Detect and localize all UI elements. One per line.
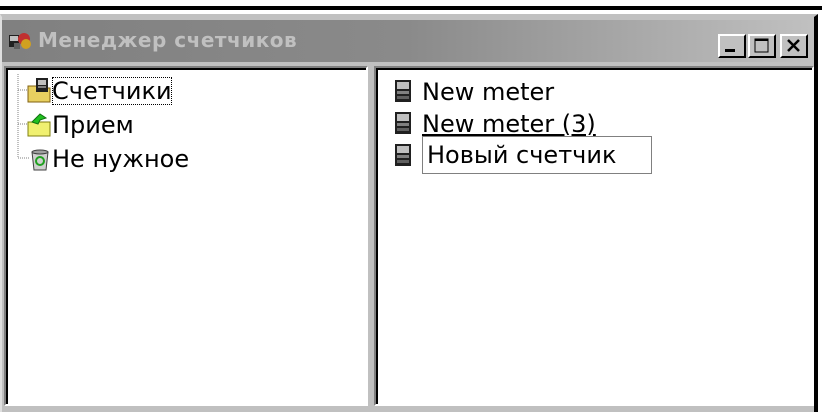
tree-item-inbox[interactable]: Прием <box>8 108 248 142</box>
tree-item-counters[interactable]: Счетчики <box>8 74 248 108</box>
list-item-label: New meter (3) <box>422 110 596 138</box>
list-item[interactable]: New meter <box>392 76 652 110</box>
tree-item-label: Прием <box>52 111 134 139</box>
title-bar[interactable]: Менеджер счетчиков <box>2 20 812 62</box>
inbox-folder-icon <box>27 113 51 137</box>
minimize-button[interactable] <box>718 34 746 58</box>
meter-icon <box>395 144 411 166</box>
tree-item-label: Счетчики <box>52 77 172 105</box>
meter-icon <box>395 112 411 134</box>
list-item-label: New meter <box>422 78 555 106</box>
app-icon <box>9 33 31 49</box>
tree-pane[interactable]: Счетчики Прием Не нужное <box>4 66 368 406</box>
window-title: Менеджер счетчиков <box>38 28 298 52</box>
tree-item-label: Не нужное <box>52 145 190 173</box>
meter-icon <box>395 80 411 102</box>
rename-input[interactable] <box>422 136 652 174</box>
window-top-edge <box>0 6 822 10</box>
list-item-renaming[interactable] <box>392 140 422 174</box>
maximize-icon <box>754 38 769 53</box>
close-button[interactable] <box>780 34 808 58</box>
minimize-icon <box>725 49 735 52</box>
tree-item-trash[interactable]: Не нужное <box>8 142 248 176</box>
list-pane[interactable]: New meter New meter (3) <box>374 66 814 406</box>
recycle-bin-icon <box>31 149 49 171</box>
close-icon <box>787 39 800 52</box>
meter-folder-icon <box>27 78 51 103</box>
maximize-button[interactable] <box>748 34 776 58</box>
